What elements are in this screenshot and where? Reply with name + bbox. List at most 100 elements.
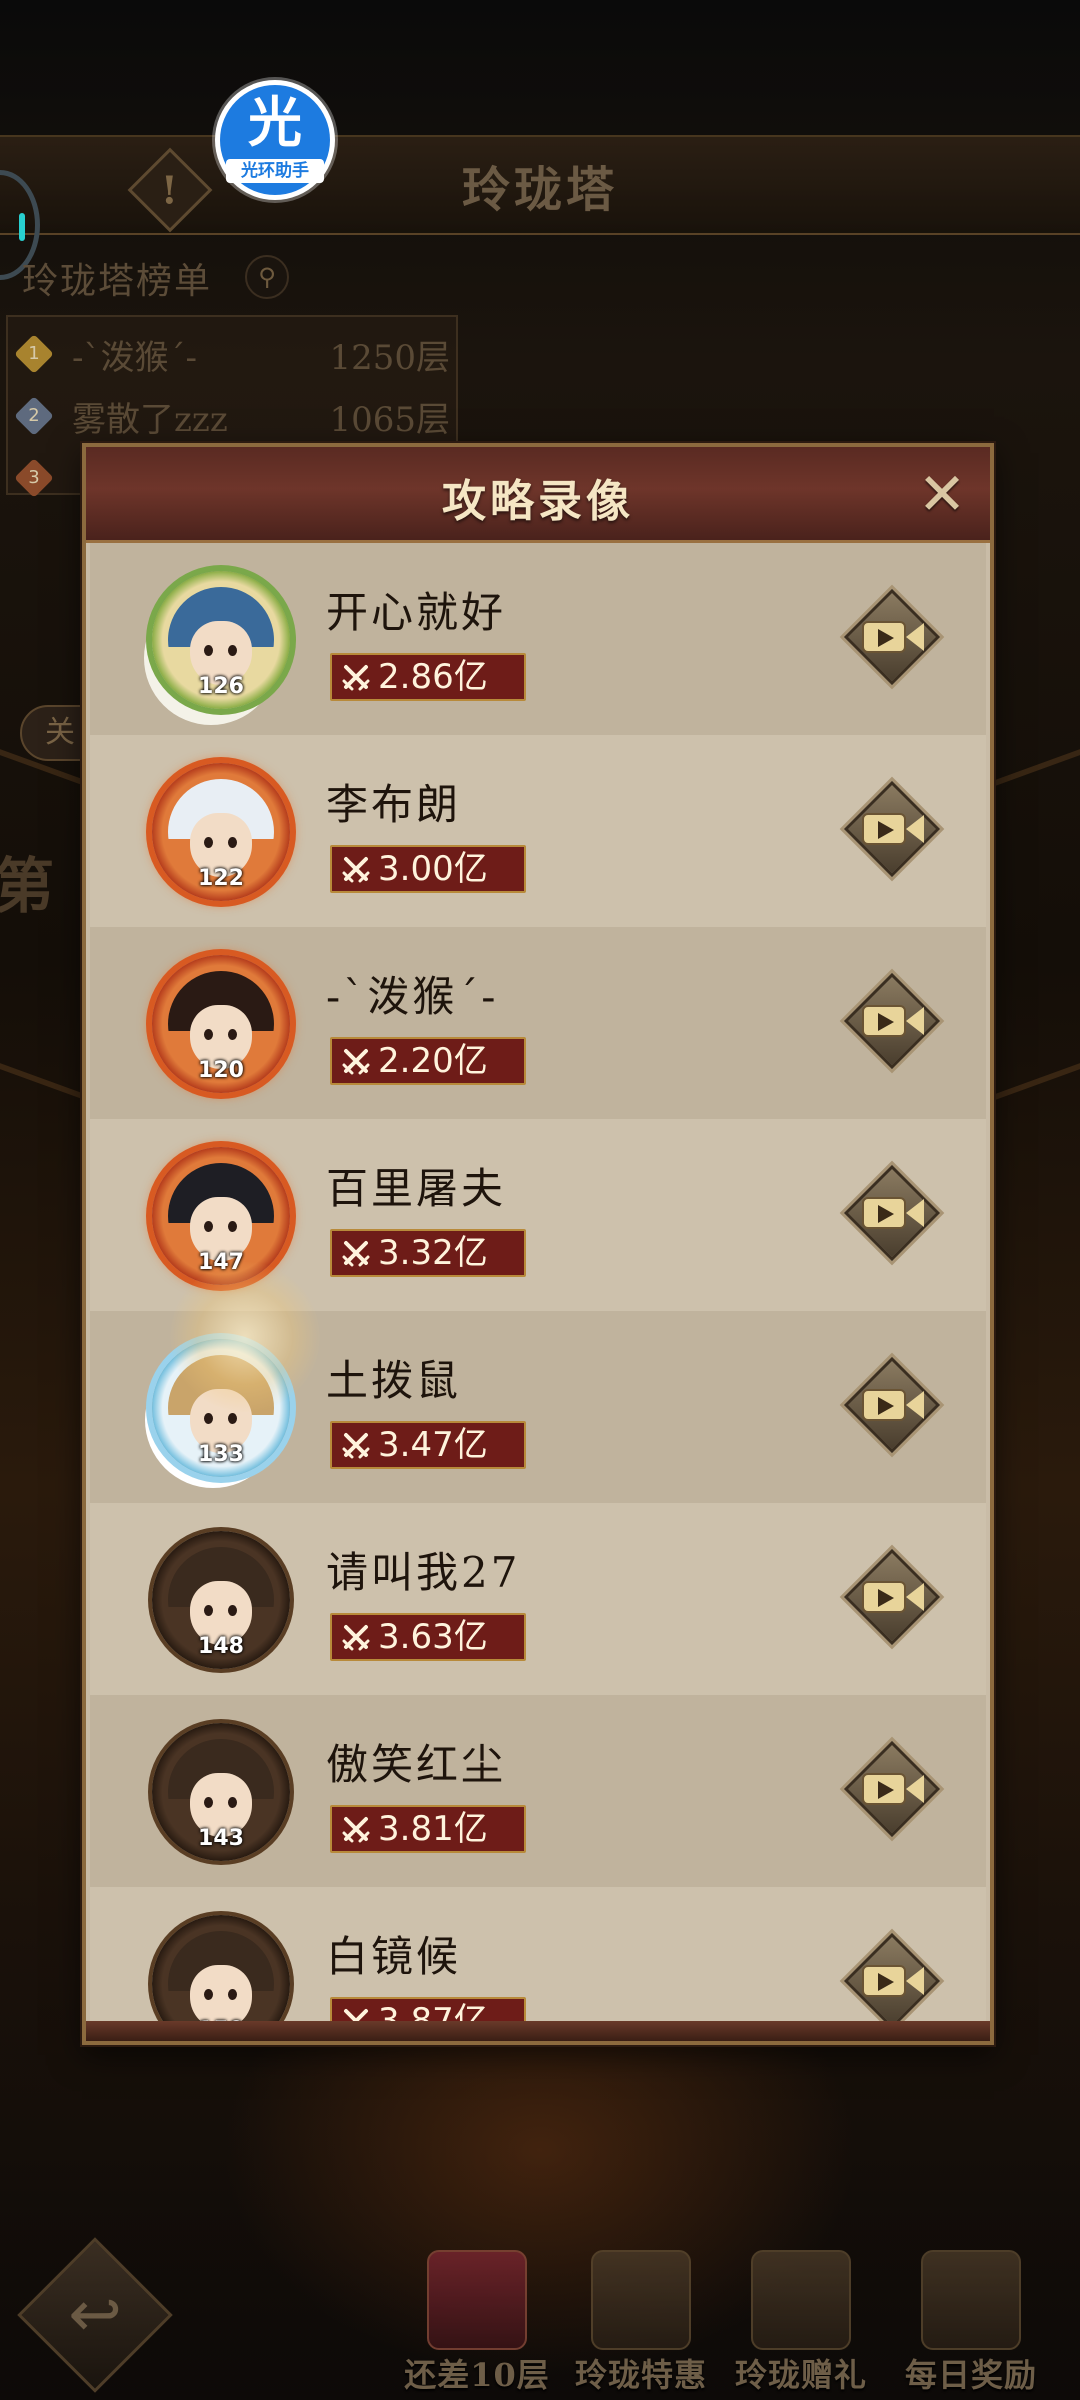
avatar[interactable]: 133 [152,1339,290,1477]
combat-power-badge: 3.63亿 [330,1613,526,1661]
replay-row: 122 李布朗 3.00亿 [90,735,986,927]
bronze-medal-icon: 3 [14,458,54,498]
rank-number: 3 [28,467,40,488]
avatar-level: 126 [198,674,244,699]
video-camera-icon [862,1965,906,1997]
treasure-chest-icon [921,2250,1021,2350]
video-camera-lens [906,1775,924,1803]
avatar-eye [204,645,213,656]
avatar-eye [228,837,237,848]
combat-power-value: 3.63亿 [378,1617,488,1657]
play-video-button[interactable] [843,1740,941,1838]
avatar[interactable]: 150 [152,1915,290,2033]
player-name: 傲笑红尘 [326,1740,507,1789]
pagoda-icon [591,2250,691,2350]
video-camera-lens [906,815,924,843]
avatar-eye [228,1029,237,1040]
avatar-level: 133 [198,1442,244,1467]
avatar-eye [204,1413,213,1424]
crossed-swords-icon [342,1817,370,1843]
ranking-floor: 1250层 [329,338,450,378]
app-badge-glyph: 光 [248,91,302,154]
replay-row: 148 请叫我27 3.63亿 [90,1503,986,1695]
replay-row: 133 土拨鼠 3.47亿 [90,1311,986,1503]
back-arrow-icon: ↩ [68,2278,122,2352]
combat-power-value: 3.32亿 [378,1233,488,1273]
replay-row: 143 傲笑红尘 3.81亿 [90,1695,986,1887]
silver-medal-icon: 2 [14,396,54,436]
avatar-level: 122 [198,866,244,891]
ranking-row[interactable]: 1 -`泼猴´- 1250层 [14,330,450,380]
combat-power-badge: 2.86亿 [330,653,526,701]
ranking-row[interactable]: 2 雾散了zzz 1065层 [14,392,450,442]
crossed-swords-icon [342,1625,370,1651]
combat-power-badge: 3.32亿 [330,1229,526,1277]
crossed-swords-icon [342,665,370,691]
play-video-button[interactable] [843,1548,941,1646]
video-camera-icon [862,1389,906,1421]
back-button[interactable]: ↩ [17,2237,173,2393]
play-video-button[interactable] [843,1356,941,1454]
avatar-eye [228,1605,237,1616]
avatar-eye [228,1221,237,1232]
player-name: 白镜候 [326,1932,462,1981]
video-camera-icon [862,1005,906,1037]
help-glyph: ! [160,167,178,213]
play-video-button[interactable] [843,780,941,878]
nav-gift[interactable]: 玲珑赠礼 [716,2250,886,2400]
player-name: 请叫我27 [326,1548,521,1597]
nav-daily-reward[interactable]: 每日奖励 [886,2250,1056,2400]
video-camera-icon [862,813,906,845]
video-camera-icon [862,1581,906,1613]
crossed-swords-icon [342,1241,370,1267]
ranking-floor: 1065层 [329,400,450,440]
video-camera-lens [906,1583,924,1611]
combat-power-badge: 3.00亿 [330,845,526,893]
avatar[interactable]: 147 [152,1147,290,1285]
avatar-eye [204,1221,213,1232]
avatar[interactable]: 126 [152,571,290,709]
player-name: 李布朗 [326,780,462,829]
ranking-name: 雾散了zzz [72,400,228,440]
video-camera-lens [906,1967,924,1995]
ranking-heading: 玲珑塔榜单 [22,261,213,302]
rank-number: 1 [28,343,40,364]
avatar-eye [204,837,213,848]
video-camera-lens [906,1391,924,1419]
app-badge-inner: 光 光环助手 [220,85,330,195]
replay-list[interactable]: 126 开心就好 2.86亿 122 李布朗 3.00亿 120 -`泼猴´- 2.20亿 147… [90,543,986,2033]
nav-special-offer[interactable]: 玲珑特惠 [556,2250,726,2400]
avatar[interactable]: 122 [152,763,290,901]
dialog-footer [86,2021,990,2041]
dialog-header: 攻略录像 ✕ [86,447,990,543]
app-assistant-badge[interactable]: 光 光环助手 [215,80,335,200]
combat-power-badge: 3.81亿 [330,1805,526,1853]
dialog-title: 攻略录像 [442,476,634,527]
video-camera-lens [906,623,924,651]
replay-row: 147 百里屠夫 3.32亿 [90,1119,986,1311]
chapter-label: 第 [0,852,54,922]
search-icon[interactable]: ⚲ [245,255,289,299]
avatar-eye [204,1797,213,1808]
play-video-button[interactable] [843,588,941,686]
combat-power-value: 3.00亿 [378,849,488,889]
gift-bag-icon [751,2250,851,2350]
nav-remaining-floors[interactable]: 还差10层 [392,2250,562,2400]
avatar[interactable]: 143 [152,1723,290,1861]
avatar-eye [204,1605,213,1616]
replay-row: 150白镜候3.87亿 [90,1887,986,2033]
combat-power-value: 2.86亿 [378,657,488,697]
play-video-button[interactable] [843,1164,941,1262]
play-video-button[interactable] [843,1932,941,2030]
play-video-button[interactable] [843,972,941,1070]
avatar-eye [204,1029,213,1040]
player-name: 土拨鼠 [326,1356,462,1405]
close-button[interactable]: ✕ [912,465,972,525]
avatar-level: 147 [198,1250,244,1275]
nav-label: 玲珑赠礼 [734,2356,867,2394]
avatar-level: 148 [198,1634,244,1659]
avatar-eye [228,1413,237,1424]
avatar[interactable]: 120 [152,955,290,1093]
avatar-eye [204,1989,213,2000]
avatar[interactable]: 148 [152,1531,290,1669]
